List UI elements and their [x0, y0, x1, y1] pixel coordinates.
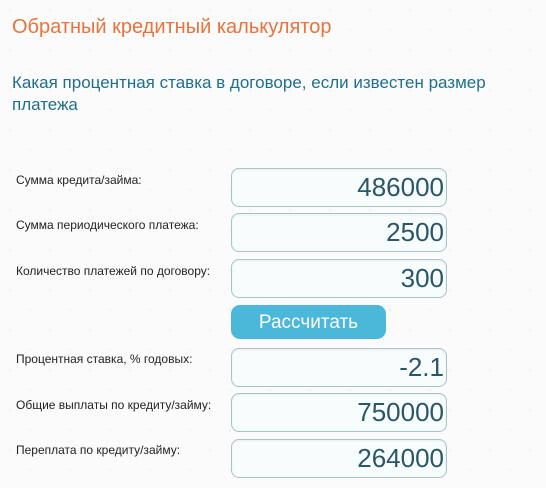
page-title: Обратный кредитный калькулятор: [12, 16, 332, 38]
page-subtitle: Какая процентная ставка в договоре, если…: [12, 73, 486, 114]
loan-amount-input[interactable]: [231, 168, 447, 207]
overpayment-field[interactable]: [231, 439, 447, 478]
interest-rate-label: Процентная ставка, % годовых:: [16, 352, 193, 366]
interest-rate-field[interactable]: [231, 348, 447, 387]
payment-count-input[interactable]: [231, 259, 447, 298]
calculate-button[interactable]: Рассчитать: [231, 305, 386, 339]
loan-amount-label: Сумма кредита/займа:: [16, 173, 142, 187]
total-payments-label: Общие выплаты по кредиту/займу:: [16, 398, 212, 412]
overpayment-label: Переплата по кредиту/займу:: [16, 443, 181, 457]
payment-count-label: Количество платежей по договору:: [16, 264, 211, 278]
payment-amount-input[interactable]: [231, 213, 447, 252]
total-payments-field[interactable]: [231, 393, 447, 432]
payment-amount-label: Сумма периодического платежа:: [16, 218, 199, 232]
